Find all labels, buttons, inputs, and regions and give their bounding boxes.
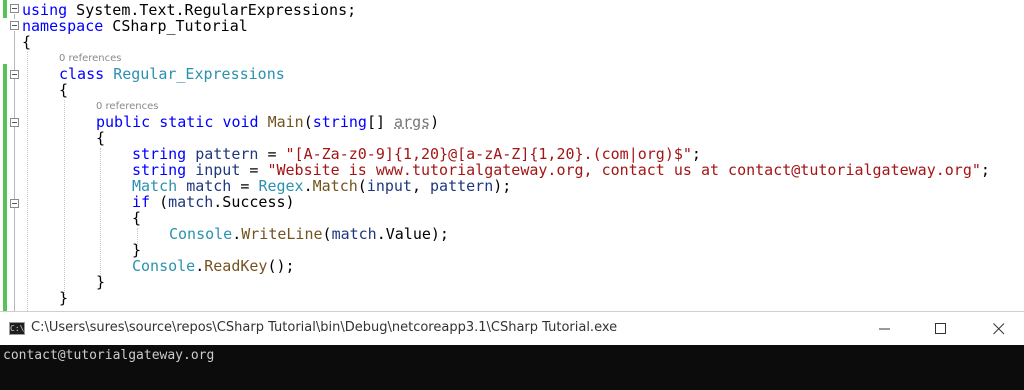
parameter-name: args — [394, 113, 431, 131]
code-text: (); — [267, 257, 295, 275]
code-text: [] — [366, 113, 395, 131]
collapse-icon[interactable] — [10, 199, 19, 208]
code-text: CSharp_Tutorial — [103, 17, 248, 35]
console-title: C:\Users\sures\source\repos\CSharp Tutor… — [31, 320, 618, 335]
code-line: { — [132, 210, 141, 226]
code-text: .Success) — [213, 193, 295, 211]
keyword: void — [222, 113, 259, 131]
type-name: Console — [169, 225, 233, 243]
change-indicator-bar — [3, 0, 7, 18]
collapse-icon[interactable] — [10, 70, 19, 79]
change-indicator-bar — [3, 64, 7, 311]
maximize-icon — [935, 323, 946, 334]
method-name: Main — [267, 113, 304, 131]
indent-guide — [64, 100, 65, 295]
code-line: class Regular_Expressions — [59, 66, 285, 82]
code-line: { — [59, 82, 68, 98]
code-text: { — [59, 81, 69, 99]
code-line: namespace CSharp_Tutorial — [22, 18, 248, 34]
console-window[interactable]: C:\ C:\Users\sures\source\repos\CSharp T… — [0, 311, 1024, 390]
code-line: public static void Main(string[] args) — [96, 114, 439, 130]
codelens-references[interactable]: 0 references — [96, 101, 159, 113]
code-line: using System.Text.RegularExpressions; — [22, 2, 356, 18]
code-text: ( — [303, 113, 313, 131]
variable-name: match — [331, 225, 377, 243]
type-name: Console — [132, 257, 196, 275]
code-text: ( — [322, 225, 332, 243]
minimize-button[interactable] — [862, 312, 908, 346]
code-line: Console.ReadKey(); — [132, 258, 295, 274]
code-line: } — [59, 290, 68, 306]
keyword: namespace — [22, 17, 104, 35]
code-text: . — [195, 257, 205, 275]
minimize-icon — [879, 328, 890, 330]
code-line: string input = "Website is www.tutorialg… — [132, 162, 990, 178]
code-line: { — [96, 130, 105, 146]
type-name: Regular_Expressions — [113, 65, 285, 83]
code-text: ( — [150, 193, 169, 211]
code-line: } — [132, 242, 141, 258]
code-editor[interactable]: using System.Text.RegularExpressions; na… — [0, 0, 1024, 311]
variable-name: pattern — [430, 177, 494, 195]
code-text: . — [232, 225, 242, 243]
collapse-icon[interactable] — [10, 21, 19, 30]
code-text: { — [96, 129, 106, 147]
code-line: } — [96, 274, 105, 290]
console-app-icon[interactable]: C:\ — [9, 322, 25, 335]
maximize-button[interactable] — [918, 312, 964, 346]
code-text: ) — [430, 113, 440, 131]
method-name: WriteLine — [241, 225, 323, 243]
code-text: , — [411, 177, 431, 195]
console-output: contact@tutorialgateway.org — [3, 348, 215, 363]
code-text: ( — [357, 177, 367, 195]
code-line: string pattern = "[A-Za-z0-9]{1,20}@[a-z… — [132, 146, 701, 162]
code-line: Console.WriteLine(match.Value); — [169, 226, 449, 242]
code-text: { — [132, 209, 142, 227]
code-text: { — [22, 33, 32, 51]
codelens-references[interactable]: 0 references — [59, 53, 122, 65]
method-name: Match — [312, 177, 358, 195]
indent-guide — [27, 52, 28, 311]
indent-guide — [100, 148, 101, 278]
variable-name: input — [366, 177, 412, 195]
keyword: static — [159, 113, 214, 131]
collapse-icon[interactable] — [10, 118, 19, 127]
code-text: } — [59, 289, 69, 307]
fold-line — [14, 14, 15, 19]
close-icon — [993, 323, 1005, 335]
method-name: ReadKey — [204, 257, 268, 275]
code-text: . — [303, 177, 313, 195]
variable-name: match — [168, 193, 214, 211]
code-text: } — [96, 273, 106, 291]
collapse-icon[interactable] — [10, 4, 19, 13]
code-text: .Value); — [376, 225, 449, 243]
code-line: Match match = Regex.Match(input, pattern… — [132, 178, 511, 194]
code-text: ; — [980, 161, 990, 179]
keyword: string — [312, 113, 367, 131]
close-button[interactable] — [976, 312, 1022, 346]
code-line: if (match.Success) — [132, 194, 295, 210]
code-line: { — [22, 34, 31, 50]
code-text: ); — [493, 177, 512, 195]
console-title-bar[interactable]: C:\ C:\Users\sures\source\repos\CSharp T… — [0, 311, 1024, 345]
